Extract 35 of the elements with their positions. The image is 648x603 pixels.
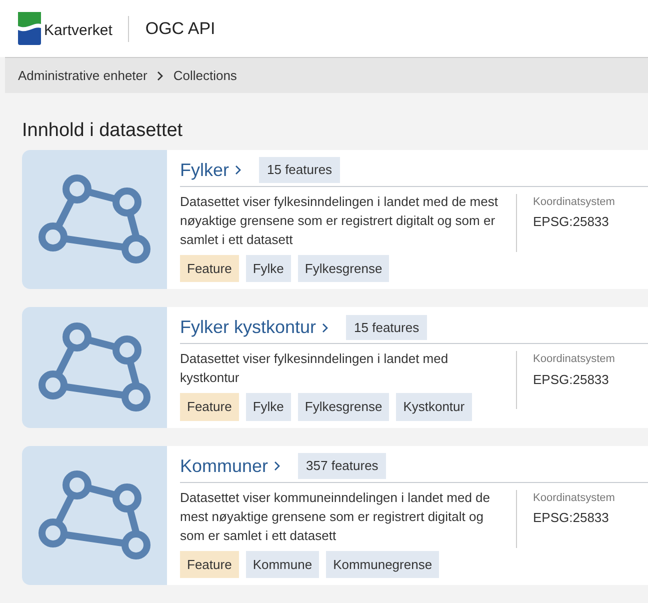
logo-icon [18, 12, 41, 45]
crs-label: Koordinatsystem [533, 352, 615, 367]
feature-count: 357 features [298, 453, 386, 479]
chevron-icon [157, 70, 164, 80]
crs-label: Koordinatsystem [533, 490, 615, 506]
tag: Fylkesgrense [298, 254, 390, 282]
feature-count: 15 features [346, 314, 428, 340]
tag: Fylke [246, 254, 291, 282]
collection-link[interactable]: Fylker kystkontur [180, 314, 328, 341]
collection-description: Datasettet viser fylkesinndelingen i landet med de mest nøyaktige grensene som er registrert digitalt og som er samlet i ett datasett [180, 192, 499, 248]
tag: Fylke [246, 393, 291, 420]
tag: Fylkesgrense [298, 393, 390, 420]
feature-count: 15 features [259, 157, 340, 183]
tag: Kystkontur [396, 393, 472, 420]
app-title: OGC API [145, 18, 216, 40]
collection-link[interactable]: Kommuner [180, 452, 280, 480]
crs-label: Koordinatsystem [533, 194, 615, 210]
chevron-icon [274, 461, 280, 471]
crs-value: EPSG:25833 [533, 213, 610, 231]
breadcrumb-link[interactable]: Collections [173, 66, 237, 86]
tag: Feature [180, 550, 239, 578]
chevron-icon [235, 165, 241, 175]
crs-value: EPSG:25833 [533, 509, 610, 527]
chevron-icon [322, 322, 328, 332]
logo-text: Kartverket [44, 21, 112, 42]
tag: Kommunegrense [326, 550, 440, 578]
page-heading: Innhold i datasettet [22, 119, 184, 143]
tag: Feature [180, 254, 239, 282]
tag: Feature [180, 393, 239, 420]
breadcrumb-link[interactable]: Administrative enheter [18, 66, 148, 86]
collection-description: Datasettet viser fylkesinndelingen i landet med kystkontur [180, 350, 450, 387]
collection-link[interactable]: Fylker [180, 156, 241, 184]
crs-value: EPSG:25833 [533, 370, 610, 388]
collection-description: Datasettet viser kommuneinndelingen i landet med de mest nøyaktige grensene som er registrert digitalt og som er samlet i ett datasett [180, 488, 492, 544]
tag: Kommune [246, 550, 320, 578]
